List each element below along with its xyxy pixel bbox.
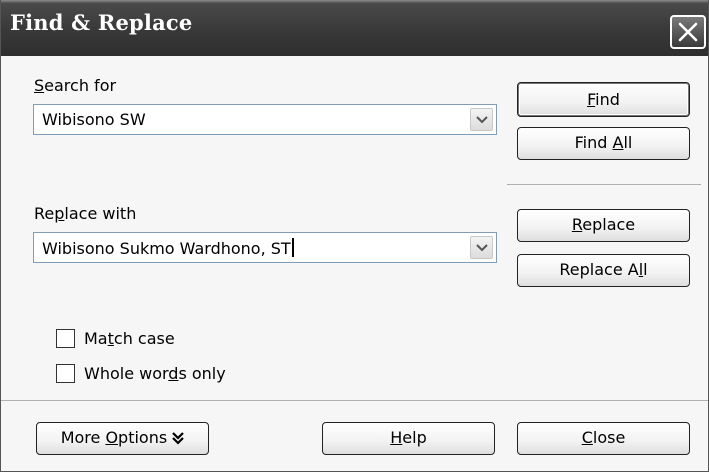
replace-all-button[interactable]: Replace All xyxy=(517,254,690,287)
match-case-checkbox[interactable] xyxy=(56,329,75,348)
replace-button[interactable]: Replace xyxy=(517,209,690,242)
button-divider xyxy=(507,184,701,185)
dropdown-arrow-icon[interactable] xyxy=(470,108,493,131)
help-button[interactable]: Help xyxy=(322,422,495,455)
close-icon[interactable] xyxy=(670,15,706,49)
double-chevron-down-icon xyxy=(172,425,185,454)
match-case-label[interactable]: Match case xyxy=(84,329,175,348)
replace-with-value[interactable]: Wibisono Sukmo Wardhono, ST xyxy=(42,238,294,258)
find-all-button[interactable]: Find All xyxy=(517,127,690,160)
search-for-label-s: S xyxy=(34,76,45,95)
search-for-label-rest: earch for xyxy=(44,76,117,95)
title-bar[interactable]: Find & Replace xyxy=(1,0,708,56)
search-for-combobox[interactable]: Wibisono SW xyxy=(33,104,497,135)
dropdown-arrow-icon[interactable] xyxy=(470,236,493,259)
whole-words-label[interactable]: Whole words only xyxy=(84,364,226,383)
replace-with-combobox[interactable]: Wibisono Sukmo Wardhono, ST xyxy=(33,232,497,263)
text-caret xyxy=(291,238,294,257)
close-button[interactable]: Close xyxy=(517,422,690,455)
search-for-label: Search for xyxy=(34,76,116,95)
find-replace-dialog: Find & Replace Search for Wibisono SW Re… xyxy=(0,0,709,472)
find-button[interactable]: Find xyxy=(517,82,690,117)
whole-words-checkbox[interactable] xyxy=(56,364,75,383)
search-for-value[interactable]: Wibisono SW xyxy=(42,110,146,129)
dialog-title: Find & Replace xyxy=(10,10,193,35)
footer-divider xyxy=(1,400,708,401)
more-options-button[interactable]: More Options xyxy=(36,422,209,455)
replace-with-label: Replace with xyxy=(34,204,137,223)
